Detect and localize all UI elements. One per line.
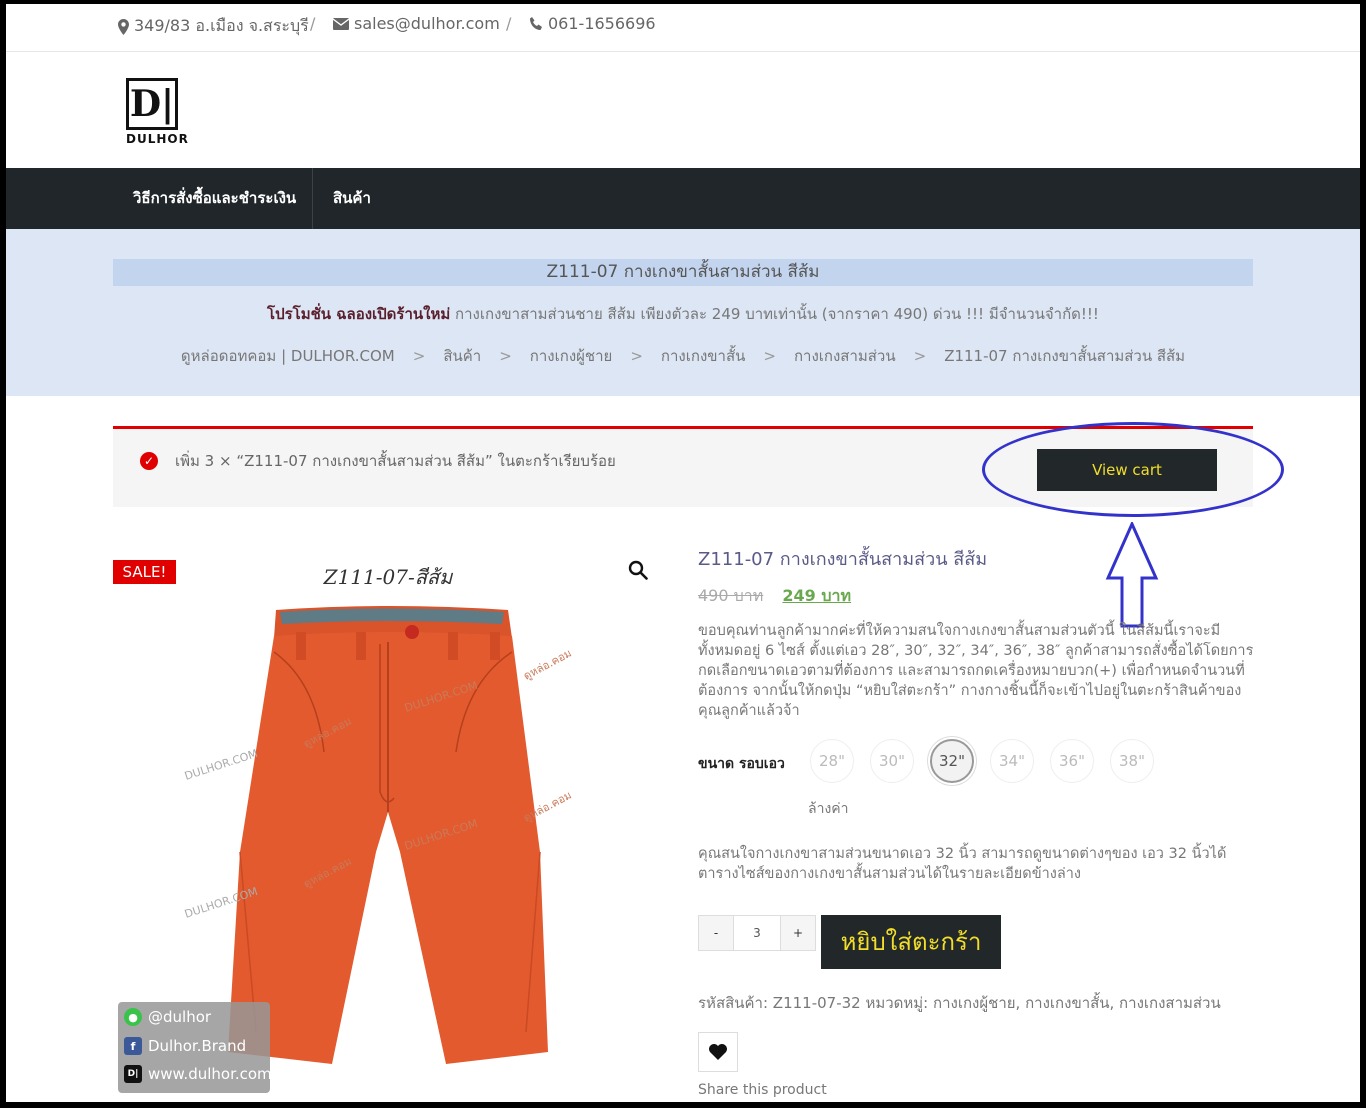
page-frame: 349/83 อ.เมือง จ.สระบุรี / sales@dulhor.… — [6, 4, 1360, 1102]
breadcrumb-current: Z111-07 กางเกงขาสั้นสามส่วน สีส้ม — [944, 347, 1186, 365]
social-line-label: @dulhor — [148, 1008, 212, 1026]
size-option-28[interactable]: 28" — [810, 739, 854, 783]
phone-item[interactable]: 061-1656696 — [529, 14, 656, 33]
separator: / — [310, 14, 316, 33]
dulhor-logo-icon: D| — [124, 1065, 142, 1083]
map-marker-icon — [118, 18, 129, 35]
breadcrumb-home[interactable]: ดูหล่อดอทคอม | DULHOR.COM — [181, 347, 395, 365]
size-option-38[interactable]: 38" — [1110, 739, 1154, 783]
social-overlay: ● @dulhor f Dulhor.Brand D| www.dulhor.c… — [118, 1002, 272, 1093]
watermark: DULHOR.COM — [183, 747, 259, 783]
breadcrumb: ดูหล่อดอทคอม | DULHOR.COM > สินค้า > กางเกงผ… — [6, 344, 1360, 368]
email-item[interactable]: sales@dulhor.com — [333, 14, 500, 33]
size-option-36[interactable]: 36" — [1050, 739, 1094, 783]
chevron-right-icon: > — [412, 347, 426, 365]
phone-text[interactable]: 061-1656696 — [548, 14, 656, 33]
address-text: 349/83 อ.เมือง จ.สระบุรี — [134, 16, 309, 35]
product-price: 490 บาท 249 บาท — [698, 584, 851, 609]
breadcrumb-mens-pants[interactable]: กางเกงผู้ชาย — [530, 347, 613, 365]
chevron-right-icon: > — [913, 347, 927, 365]
search-icon — [628, 560, 648, 580]
breadcrumb-shorts[interactable]: กางเกงขาสั้น — [661, 347, 745, 365]
main-nav: วิธีการสั่งซื้อและชำระเงิน สินค้า — [6, 168, 1360, 229]
address-item: 349/83 อ.เมือง จ.สระบุรี — [118, 14, 309, 39]
sale-price: 249 บาท — [782, 586, 852, 605]
line-icon: ● — [124, 1008, 142, 1026]
add-to-cart-button[interactable]: หยิบใส่ตะกร้า — [821, 915, 1001, 969]
size-option-32[interactable]: 32" — [930, 739, 974, 783]
site-logo[interactable]: D| DULHOR — [126, 78, 189, 146]
quantity-stepper: - 3 + — [698, 915, 816, 951]
size-description: คุณสนใจกางเกงขาสามส่วนขนาดเอว 32 นิ้ว สา… — [698, 846, 1227, 882]
clear-selection-link[interactable]: ล้างค่า — [808, 798, 849, 820]
email-text[interactable]: sales@dulhor.com — [354, 14, 500, 33]
product-description: ขอบคุณท่านลูกค้ามากค่ะที่ให้ความสนใจกางเ… — [698, 623, 1254, 719]
nav-item-products[interactable]: สินค้า — [333, 168, 371, 229]
separator: / — [506, 14, 512, 33]
heart-icon — [709, 1044, 727, 1060]
chevron-right-icon: > — [763, 347, 776, 365]
social-website-label: www.dulhor.com — [148, 1065, 272, 1083]
contact-bar: 349/83 อ.เมือง จ.สระบุรี / sales@dulhor.… — [6, 4, 1360, 52]
zoom-button[interactable] — [628, 560, 652, 584]
logo-mark: D| — [126, 78, 178, 130]
watermark: ดูหล่อ.คอม — [521, 647, 573, 683]
annotation-up-arrow — [1105, 522, 1159, 628]
page-title: Z111-07 กางเกงขาสั้นสามส่วน สีส้ม — [113, 259, 1253, 286]
size-option-34[interactable]: 34" — [990, 739, 1034, 783]
social-line[interactable]: ● @dulhor — [124, 1008, 211, 1026]
share-label: Share this product — [698, 1082, 827, 1098]
size-label: ขนาด รอบเอว — [698, 756, 785, 772]
social-facebook-label: Dulhor.Brand — [148, 1037, 247, 1055]
old-price: 490 บาท — [698, 586, 764, 605]
annotation-ellipse — [982, 422, 1284, 517]
promo-bold: โปรโมชั่น ฉลองเปิดร้านใหม่ — [267, 305, 451, 323]
facebook-icon: f — [124, 1037, 142, 1055]
product-meta: รหัสสินค้า: Z111-07-32 หมวดหมู่: กางเกงผ… — [698, 994, 1221, 1012]
size-option-30[interactable]: 30" — [870, 739, 914, 783]
qty-input[interactable]: 3 — [734, 915, 780, 951]
promo-text: กางเกงขาสามส่วนชาย สีส้ม เพียงตัวละ 249 … — [455, 305, 1099, 323]
promo-banner: โปรโมชั่น ฉลองเปิดร้านใหม่ กางเกงขาสามส่… — [6, 302, 1360, 326]
envelope-icon — [333, 17, 349, 30]
breadcrumb-three-quarter[interactable]: กางเกงสามส่วน — [794, 347, 896, 365]
qty-plus-button[interactable]: + — [780, 915, 816, 951]
breadcrumb-products[interactable]: สินค้า — [443, 347, 481, 365]
chevron-right-icon: > — [499, 347, 512, 365]
cart-notice-message: เพิ่ม 3 × “Z111-07 กางเกงขาสั้นสามส่วน ส… — [175, 452, 616, 470]
product-image[interactable]: Z111-07-สีส้ม DULHOR.COM DULHOR.COM DULH… — [156, 552, 626, 1072]
phone-icon — [530, 16, 542, 30]
logo-word: DULHOR — [126, 132, 189, 146]
nav-item-how-to-order[interactable]: วิธีการสั่งซื้อและชำระเงิน — [133, 168, 296, 229]
nav-divider — [312, 168, 313, 229]
chevron-right-icon: > — [630, 347, 643, 365]
check-circle-icon: ✓ — [140, 452, 158, 470]
size-selector: 28" 30" 32" 34" 36" 38" — [810, 739, 1154, 783]
wishlist-button[interactable] — [698, 1032, 738, 1072]
page-header: Z111-07 กางเกงขาสั้นสามส่วน สีส้ม โปรโมช… — [6, 229, 1360, 396]
social-facebook[interactable]: f Dulhor.Brand — [124, 1037, 246, 1055]
image-caption: Z111-07-สีส้ม — [323, 565, 454, 589]
qty-minus-button[interactable]: - — [698, 915, 734, 951]
product-title: Z111-07 กางเกงขาสั้นสามส่วน สีส้ม — [698, 549, 988, 570]
social-website[interactable]: D| www.dulhor.com — [124, 1065, 272, 1083]
